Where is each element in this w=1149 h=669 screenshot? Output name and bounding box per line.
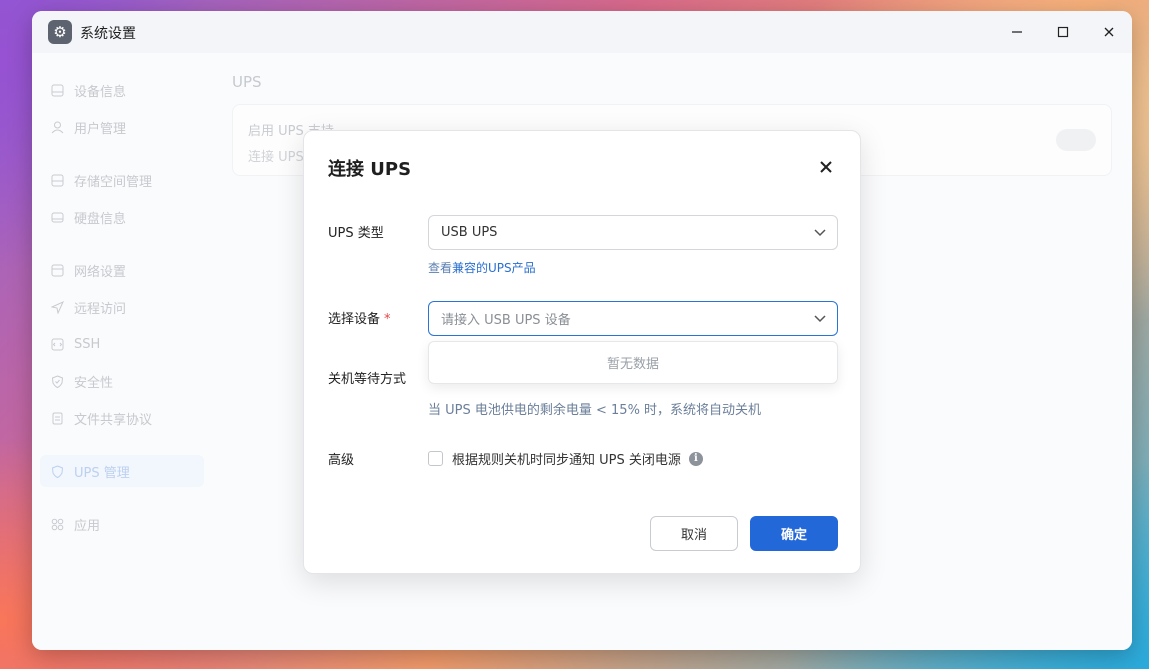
device-select[interactable]: 请接入 USB UPS 设备 bbox=[428, 301, 838, 336]
compatible-ups-link[interactable]: 兼容的UPS产品 bbox=[452, 261, 536, 275]
chevron-down-icon bbox=[814, 315, 826, 323]
link-prefix: 查看 bbox=[428, 261, 453, 275]
sidebar-item-label: 网络设置 bbox=[74, 264, 127, 280]
sidebar-item-network[interactable]: 网络设置 bbox=[40, 254, 204, 286]
sidebar-item-remote-access[interactable]: 远程访问 bbox=[40, 291, 204, 323]
storage-icon bbox=[50, 173, 64, 187]
sidebar-item-device-info[interactable]: 设备信息 bbox=[40, 74, 204, 106]
device-placeholder: 请接入 USB UPS 设备 bbox=[441, 313, 571, 328]
shield-check-icon bbox=[50, 374, 64, 388]
sidebar-item-ups[interactable]: UPS 管理 bbox=[40, 455, 204, 487]
shutdown-hint: 当 UPS 电池供电的剩余电量 < 15% 时，系统将自动关机 bbox=[428, 403, 762, 418]
sidebar-item-label: 文件共享协议 bbox=[74, 412, 153, 428]
sidebar-item-label: UPS 管理 bbox=[74, 465, 130, 481]
sidebar-item-label: 安全性 bbox=[74, 375, 114, 391]
shutdown-label: 关机等待方式 bbox=[328, 372, 407, 387]
sidebar-item-disk-info[interactable]: 硬盘信息 bbox=[40, 201, 204, 233]
sidebar-item-security[interactable]: 安全性 bbox=[40, 365, 204, 397]
sidebar-item-label: 远程访问 bbox=[74, 301, 127, 317]
close-icon[interactable] bbox=[814, 155, 838, 179]
shield-icon bbox=[50, 464, 64, 478]
sidebar-item-ssh[interactable]: SSH bbox=[40, 328, 204, 360]
title-bar: ⚙ 系统设置 bbox=[32, 11, 1132, 53]
apps-icon bbox=[50, 517, 64, 531]
minimize-icon[interactable] bbox=[1005, 21, 1029, 43]
sidebar: 设备信息 用户管理 存储空间管理 硬盘信息 网络设置 远程访问 SSH 安全性 bbox=[32, 53, 212, 650]
page-title: UPS bbox=[232, 73, 262, 91]
ups-type-value: USB UPS bbox=[441, 225, 498, 240]
dropdown-empty-text: 暂无数据 bbox=[606, 357, 659, 372]
sidebar-item-apps[interactable]: 应用 bbox=[40, 508, 204, 540]
sidebar-item-label: 硬盘信息 bbox=[74, 211, 127, 227]
sidebar-item-label: 用户管理 bbox=[74, 121, 127, 137]
sidebar-item-label: 存储空间管理 bbox=[74, 174, 153, 190]
sidebar-item-file-sharing[interactable]: 文件共享协议 bbox=[40, 402, 204, 434]
connect-ups-dialog: 连接 UPS UPS 类型 USB UPS 查看兼容的UPS产品 选择设备 * 请… bbox=[303, 130, 861, 574]
compatible-ups-hint: 查看兼容的UPS产品 bbox=[428, 259, 536, 276]
sidebar-item-label: 应用 bbox=[74, 518, 101, 534]
notify-ups-option: 根据规则关机时同步通知 UPS 关闭电源 i bbox=[428, 449, 703, 468]
ups-support-toggle[interactable] bbox=[1056, 129, 1096, 151]
device-label-text: 选择设备 bbox=[328, 312, 381, 327]
sidebar-item-label: SSH bbox=[74, 336, 101, 352]
notify-ups-checkbox[interactable] bbox=[428, 451, 443, 466]
advanced-label: 高级 bbox=[328, 453, 355, 468]
gear-icon: ⚙ bbox=[48, 20, 72, 44]
cancel-button[interactable]: 取消 bbox=[650, 516, 738, 551]
user-icon bbox=[50, 120, 64, 134]
network-icon bbox=[50, 263, 64, 277]
required-mark: * bbox=[384, 312, 391, 327]
device-label: 选择设备 * bbox=[328, 308, 391, 327]
file-icon bbox=[50, 411, 64, 425]
ups-type-label: UPS 类型 bbox=[328, 226, 384, 241]
notify-ups-label: 根据规则关机时同步通知 UPS 关闭电源 bbox=[452, 453, 681, 468]
disk-icon bbox=[50, 210, 64, 224]
maximize-icon[interactable] bbox=[1051, 21, 1075, 43]
sidebar-item-users[interactable]: 用户管理 bbox=[40, 111, 204, 143]
confirm-button[interactable]: 确定 bbox=[750, 516, 838, 551]
chevron-down-icon bbox=[814, 229, 826, 237]
sidebar-item-storage[interactable]: 存储空间管理 bbox=[40, 164, 204, 196]
device-dropdown: 暂无数据 bbox=[428, 341, 838, 384]
sidebar-item-label: 设备信息 bbox=[74, 84, 127, 100]
card-subtitle: 连接 UPS bbox=[248, 150, 304, 165]
code-icon bbox=[50, 337, 64, 351]
close-icon[interactable] bbox=[1097, 21, 1121, 43]
ups-type-select[interactable]: USB UPS bbox=[428, 215, 838, 250]
device-icon bbox=[50, 83, 64, 97]
window-title: 系统设置 bbox=[80, 26, 136, 42]
send-icon bbox=[50, 300, 64, 314]
info-icon[interactable]: i bbox=[688, 451, 703, 466]
dialog-title: 连接 UPS bbox=[328, 159, 412, 180]
